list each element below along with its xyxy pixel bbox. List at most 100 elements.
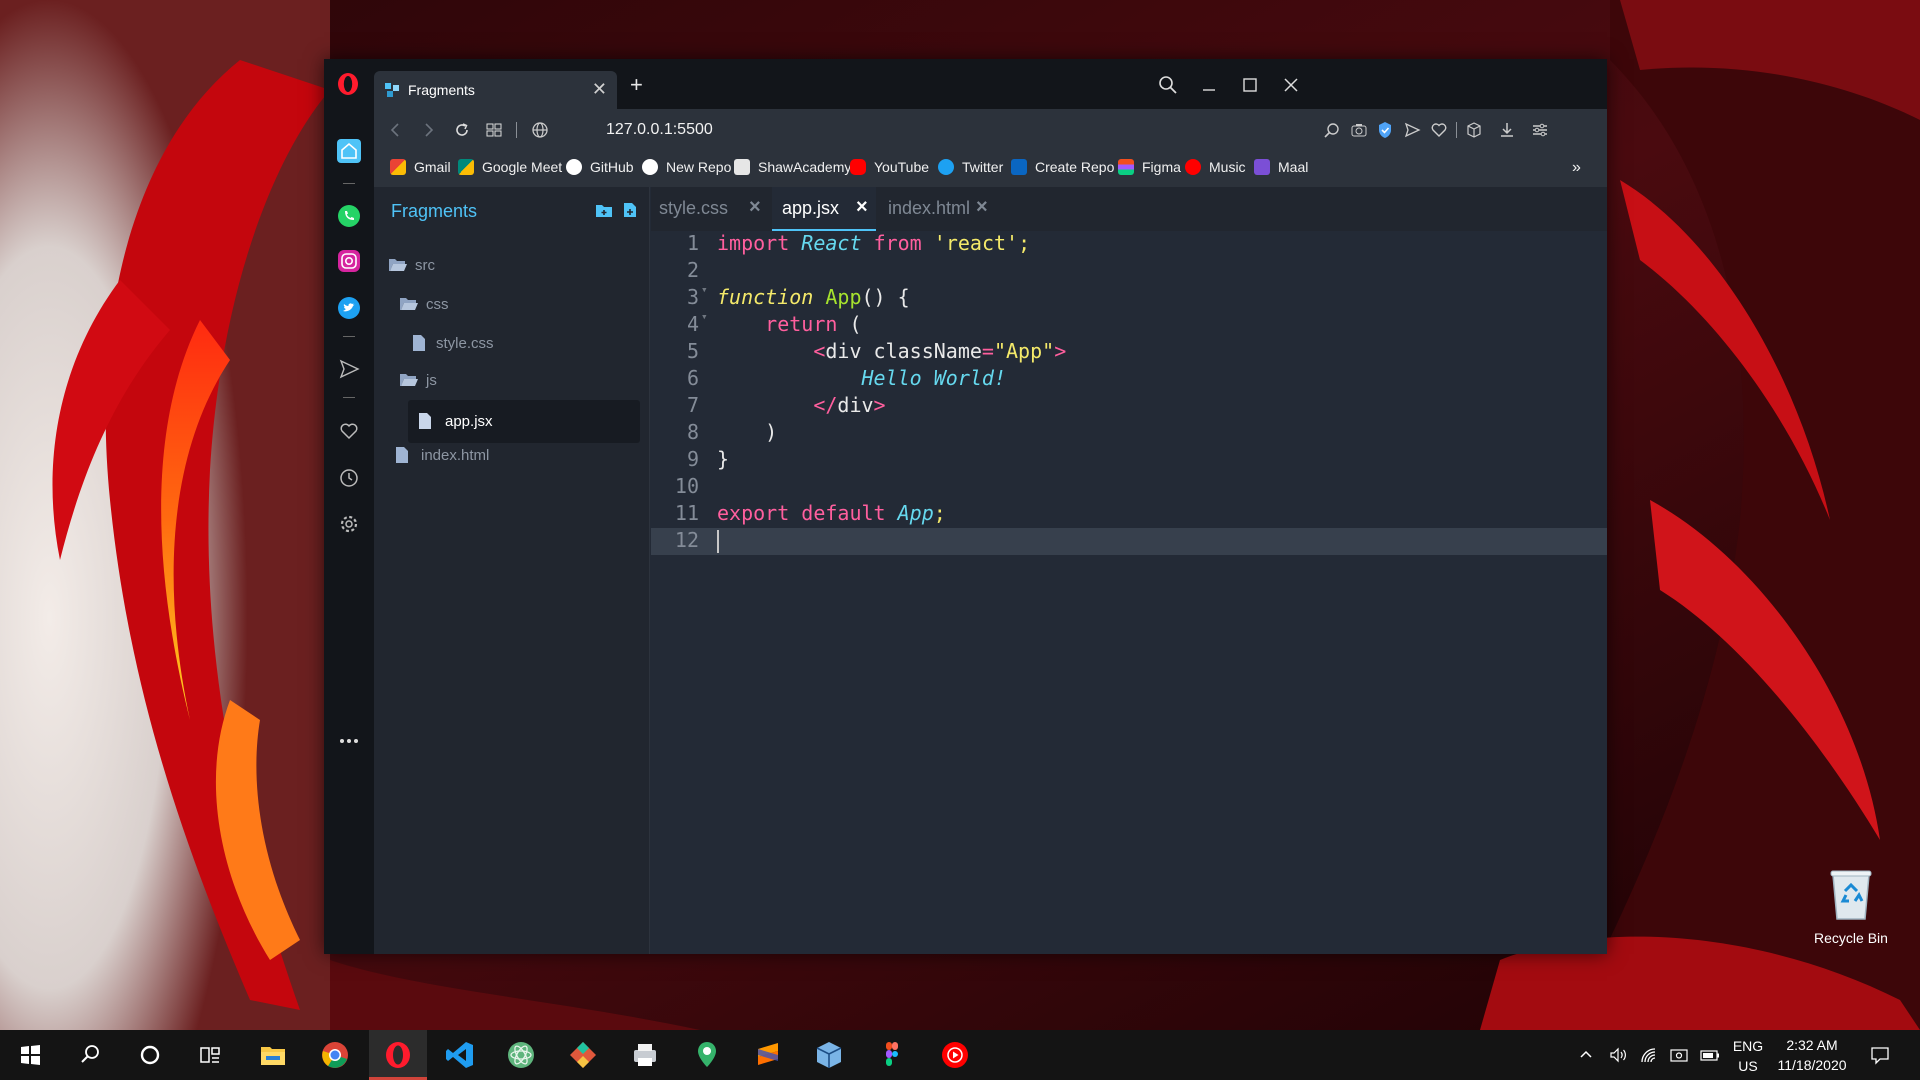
url-text[interactable]: 127.0.0.1:5500 [606, 121, 713, 139]
opera-icon[interactable] [382, 1039, 414, 1071]
battery-icon[interactable] [1699, 1046, 1721, 1064]
tab-app-jsx[interactable]: app.jsx × [772, 187, 876, 231]
tree-folder-css[interactable]: css [399, 286, 629, 322]
tree-folder-src[interactable]: src [388, 247, 628, 283]
minimize-icon[interactable] [1195, 71, 1223, 99]
extensions-cube-icon[interactable] [1464, 120, 1484, 140]
vscode-icon[interactable] [444, 1039, 476, 1071]
close-tab-icon[interactable]: ✕ [592, 79, 607, 99]
instagram-icon[interactable] [337, 249, 361, 273]
sublime-text-icon[interactable] [752, 1039, 784, 1071]
tab-style-css[interactable]: style.css × [651, 187, 771, 231]
search-tabs-icon[interactable] [1154, 71, 1182, 99]
browser-tab-fragments[interactable]: Fragments ✕ [374, 71, 617, 109]
volume-icon[interactable] [1608, 1046, 1628, 1064]
address-separator [516, 122, 517, 138]
print-app-icon[interactable] [629, 1039, 661, 1071]
bookmark-create-repo[interactable]: Create Repo [1011, 159, 1114, 179]
bookmark-google-meet[interactable]: Google Meet [458, 159, 562, 179]
opera-browser-window: Fragments ✕ + 127.0.0.1:5500 Gmail Googl… [324, 59, 1607, 954]
easy-setup-icon[interactable] [1530, 120, 1550, 140]
home-icon[interactable] [337, 139, 361, 163]
download-icon[interactable] [1497, 120, 1517, 140]
flow-send-icon[interactable] [337, 357, 361, 381]
maps-icon[interactable] [691, 1039, 723, 1071]
close-tab-icon[interactable]: × [749, 196, 761, 219]
bookmark-new-repo[interactable]: New Repo [642, 159, 731, 179]
gitkraken-icon[interactable] [567, 1039, 599, 1071]
fold-arrow-icon[interactable]: ▾ [701, 283, 708, 296]
twitter-icon[interactable] [337, 296, 361, 320]
sidebar-divider [343, 336, 355, 337]
code-line: 10 [674, 474, 699, 498]
bookmark-maal[interactable]: Maal [1254, 159, 1308, 179]
task-view-icon[interactable] [194, 1039, 226, 1071]
search-page-icon[interactable] [1322, 120, 1342, 140]
new-file-icon[interactable] [621, 202, 639, 218]
close-window-icon[interactable] [1277, 71, 1305, 99]
windows-start-icon[interactable] [14, 1039, 46, 1071]
youtube-music-icon[interactable] [939, 1039, 971, 1071]
bookmark-youtube[interactable]: YouTube [850, 159, 929, 179]
snapshot-icon[interactable] [1349, 120, 1369, 140]
tree-folder-js[interactable]: js [399, 362, 629, 398]
file-explorer-icon[interactable] [257, 1039, 289, 1071]
cortana-icon[interactable] [134, 1039, 166, 1071]
figma-icon [1118, 159, 1134, 175]
bookmark-twitter[interactable]: Twitter [938, 159, 1003, 179]
show-hidden-icons-chevron-up-icon[interactable] [1578, 1047, 1594, 1063]
code-line: 4 ▾ return ( [686, 310, 862, 336]
back-icon[interactable] [386, 120, 406, 140]
bookmarks-heart-icon[interactable] [337, 419, 361, 443]
fold-arrow-icon[interactable]: ▾ [701, 310, 708, 323]
reload-icon[interactable] [452, 120, 472, 140]
tree-file-index-html[interactable]: index.html [394, 437, 630, 473]
maximize-icon[interactable] [1236, 71, 1264, 99]
github-icon [566, 159, 582, 175]
clock[interactable]: 2:32 AM 11/18/2020 [1772, 1037, 1852, 1073]
new-tab-icon[interactable]: + [630, 74, 643, 96]
globe-icon[interactable] [530, 120, 550, 140]
search-icon[interactable] [74, 1039, 106, 1071]
recycle-bin-icon[interactable]: Recycle Bin [1806, 865, 1896, 955]
vpn-shield-icon[interactable] [1375, 120, 1395, 140]
bookmark-figma[interactable]: Figma [1118, 159, 1181, 179]
action-center-icon[interactable] [1869, 1044, 1891, 1066]
title-bar: Fragments ✕ + [324, 59, 1607, 109]
new-folder-icon[interactable] [595, 202, 613, 218]
forward-icon[interactable] [418, 120, 438, 140]
send-icon[interactable] [1402, 120, 1422, 140]
bookmark-shawacademy[interactable]: ShawAcademy [734, 159, 851, 179]
chrome-icon[interactable] [319, 1039, 351, 1071]
bookmark-github[interactable]: GitHub [566, 159, 634, 179]
file-icon [419, 413, 431, 429]
bookmarks-bar: Gmail Google Meet GitHub New Repo ShawAc… [374, 151, 1607, 187]
wifi-icon[interactable] [1639, 1046, 1659, 1064]
atom-icon[interactable] [505, 1039, 537, 1071]
code-editor[interactable]: 1 import React from 'react'; 2 3 ▾ function… [651, 231, 1607, 954]
bookmark-music[interactable]: Music [1185, 159, 1246, 179]
more-bookmarks-icon[interactable]: » [1572, 159, 1581, 179]
history-clock-icon[interactable] [337, 466, 361, 490]
text-caret [717, 530, 719, 553]
figma-icon[interactable] [876, 1039, 908, 1071]
settings-gear-icon[interactable] [337, 512, 361, 536]
bookmark-gmail[interactable]: Gmail [390, 159, 451, 179]
close-tab-icon[interactable]: × [856, 196, 868, 219]
code-line: 7 </div> [686, 393, 886, 417]
close-tab-icon[interactable]: × [976, 196, 988, 219]
tab-index-html[interactable]: index.html × [876, 187, 998, 231]
opera-logo-icon[interactable] [336, 72, 360, 96]
tree-file-style-css[interactable]: style.css [411, 325, 631, 361]
file-icon [396, 447, 408, 463]
heart-icon[interactable] [1429, 120, 1449, 140]
code-line-current: 12 [651, 528, 1607, 555]
whatsapp-icon[interactable] [337, 204, 361, 228]
virtualbox-icon[interactable] [813, 1039, 845, 1071]
language-indicator[interactable]: ENG US [1732, 1038, 1764, 1074]
maal-icon [1254, 159, 1270, 175]
more-options-icon[interactable] [337, 729, 361, 753]
meet-now-icon[interactable] [1669, 1046, 1689, 1064]
speed-dial-icon[interactable] [484, 120, 504, 140]
linkedin-icon [1011, 159, 1027, 175]
